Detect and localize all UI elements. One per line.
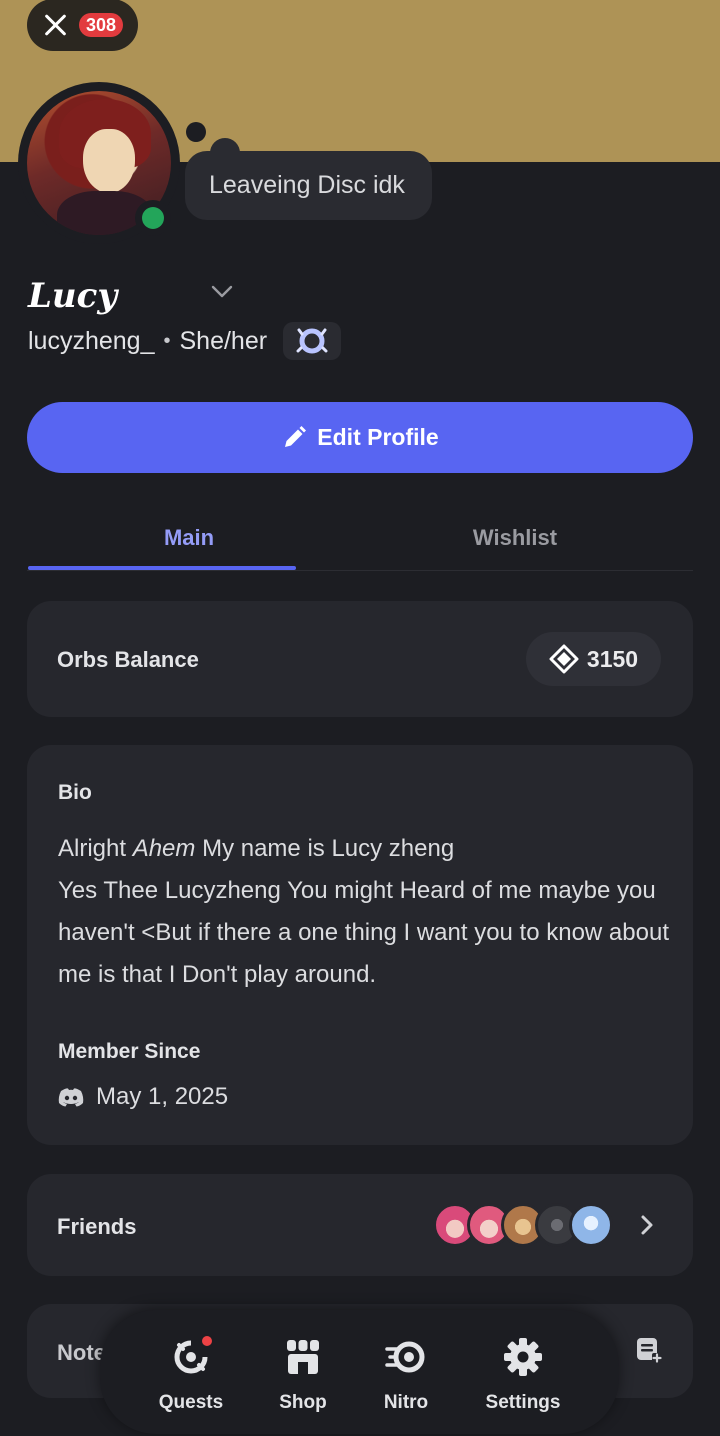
nav-quests[interactable]: Quests	[136, 1334, 246, 1414]
laurel-badge-icon	[296, 328, 328, 354]
chevron-right-icon	[641, 1215, 653, 1235]
edit-profile-label: Edit Profile	[317, 424, 439, 450]
orbs-balance-card[interactable]: Orbs Balance 3150	[27, 601, 693, 717]
custom-status[interactable]: Leaveing Disc idk	[185, 151, 432, 220]
bio-text-emphasis: Ahem	[132, 835, 196, 862]
tab-divider	[27, 570, 693, 571]
orbs-balance-pill[interactable]: 3150	[526, 632, 661, 686]
profile-tabs: Main Wishlist	[27, 505, 693, 571]
friend-avatar	[569, 1203, 613, 1247]
tab-wishlist[interactable]: Wishlist	[381, 505, 649, 571]
settings-icon	[468, 1336, 578, 1378]
bottom-navigation: Quests Shop Nitro Settings	[100, 1310, 619, 1434]
friends-label: Friends	[57, 1214, 137, 1239]
orbs-balance-value: 3150	[586, 645, 639, 672]
nav-shop[interactable]: Shop	[248, 1336, 358, 1414]
shop-icon	[248, 1336, 358, 1378]
tab-main[interactable]: Main	[55, 505, 323, 571]
bio-card: Bio Alright Ahem My name is Lucy zheng Y…	[27, 745, 693, 1145]
bio-text: Alright Ahem My name is Lucy zheng Yes T…	[58, 828, 678, 996]
note-add-icon[interactable]	[635, 1336, 663, 1364]
discord-icon	[58, 1088, 84, 1107]
bio-text-part: Yes Thee Lucyzheng You might Heard of me…	[58, 877, 669, 988]
notification-dot	[200, 1334, 214, 1348]
tab-selected-indicator	[28, 566, 296, 570]
nitro-icon	[351, 1336, 461, 1378]
pencil-icon	[285, 425, 307, 447]
profile-badge[interactable]	[283, 322, 342, 360]
nav-settings[interactable]: Settings	[468, 1336, 578, 1414]
friends-card[interactable]: Friends	[27, 1174, 693, 1276]
member-since-row: May 1, 2025	[58, 1083, 228, 1111]
chevron-down-icon[interactable]	[211, 285, 233, 299]
pronouns: She/her	[179, 326, 268, 355]
orb-icon	[549, 644, 579, 674]
nav-shop-label: Shop	[279, 1392, 327, 1413]
thought-bubble-dot	[186, 122, 206, 142]
close-icon	[41, 11, 69, 39]
close-button[interactable]: 308	[27, 0, 138, 51]
online-status-icon	[135, 200, 171, 236]
bio-text-part: Alright	[58, 835, 133, 862]
nav-nitro-label: Nitro	[383, 1392, 429, 1413]
nav-quests-label: Quests	[158, 1392, 224, 1413]
display-name: Lucy	[28, 276, 118, 316]
member-since-date: May 1, 2025	[96, 1083, 229, 1110]
quests-icon	[136, 1334, 246, 1378]
orbs-balance-label: Orbs Balance	[57, 647, 199, 672]
bio-text-part: My name is Lucy zheng	[195, 835, 455, 862]
avatar-face	[83, 129, 135, 193]
nav-nitro[interactable]: Nitro	[351, 1336, 461, 1414]
notification-badge: 308	[79, 13, 124, 37]
bio-heading: Bio	[58, 781, 92, 804]
username: lucyzheng_	[28, 326, 155, 355]
nav-settings-label: Settings	[485, 1392, 561, 1413]
separator: •	[163, 329, 171, 352]
member-since-heading: Member Since	[58, 1040, 201, 1063]
username-row: lucyzheng_ • She/her	[28, 322, 342, 360]
edit-profile-button[interactable]: Edit Profile	[27, 402, 693, 473]
